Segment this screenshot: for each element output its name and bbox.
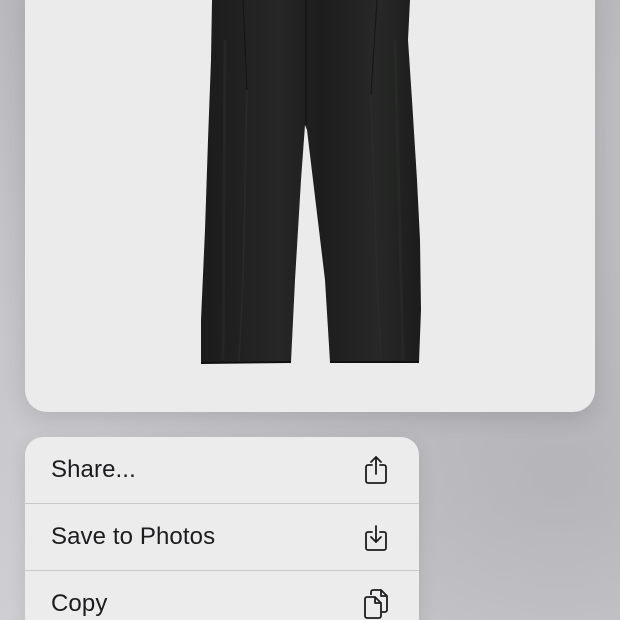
menu-item-label: Share... bbox=[51, 456, 136, 483]
menu-item-share[interactable]: Share... bbox=[25, 437, 419, 503]
image-preview-card[interactable] bbox=[25, 0, 595, 412]
save-to-photos-icon bbox=[361, 522, 391, 552]
share-icon bbox=[361, 455, 391, 485]
context-menu: Share... Save to Photos Copy bbox=[25, 437, 419, 620]
menu-item-label: Copy bbox=[51, 590, 108, 617]
menu-item-label: Save to Photos bbox=[51, 523, 216, 550]
menu-item-copy[interactable]: Copy bbox=[25, 571, 419, 620]
trousers-image bbox=[200, 0, 421, 364]
menu-item-save-to-photos[interactable]: Save to Photos bbox=[25, 504, 419, 570]
copy-icon bbox=[361, 589, 391, 619]
